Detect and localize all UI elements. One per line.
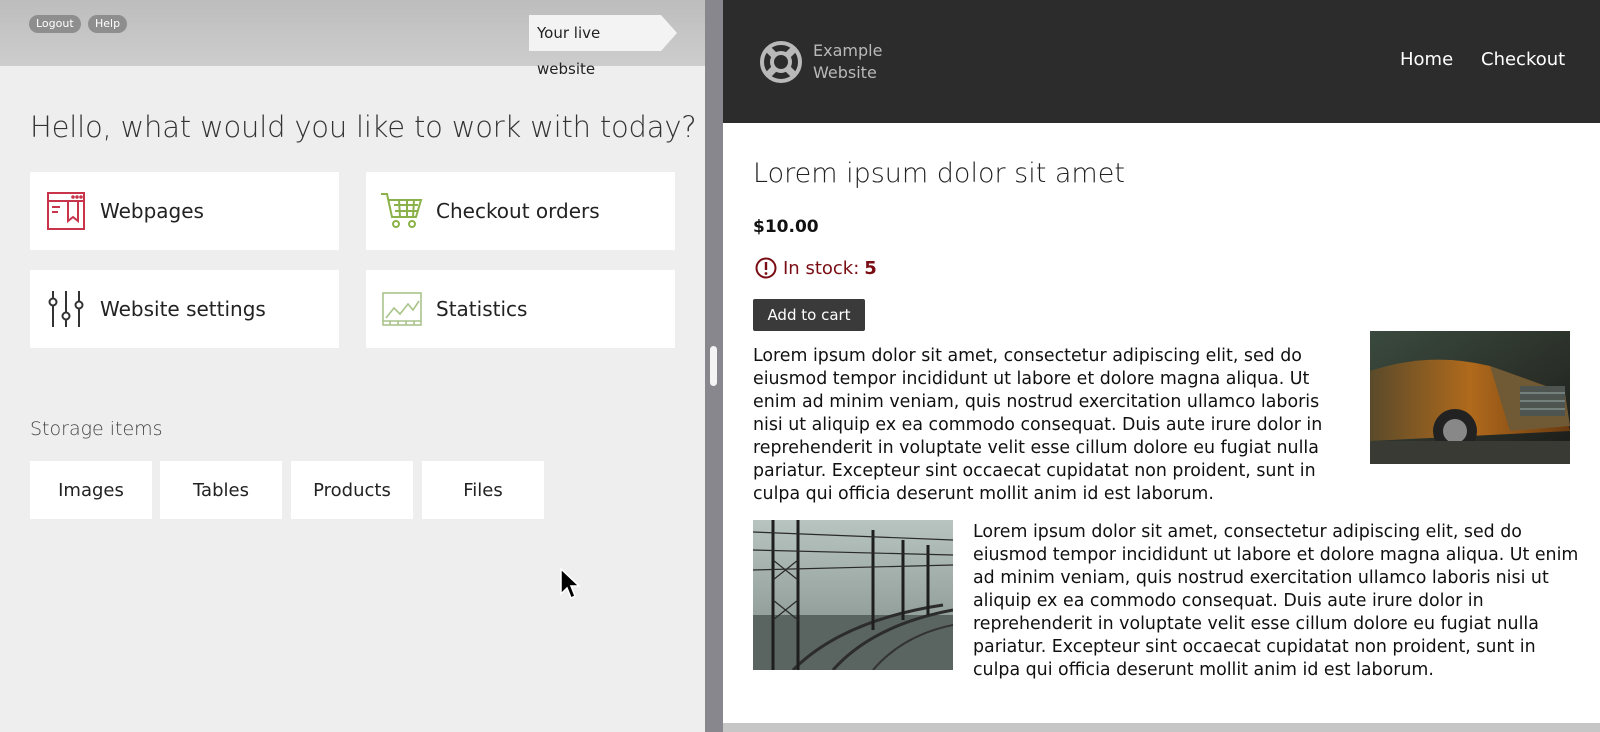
mouse-cursor-icon [560, 567, 582, 606]
add-to-cart-button[interactable]: Add to cart [753, 299, 865, 331]
stock-label: In stock: [783, 257, 860, 279]
railway-image [753, 520, 953, 670]
warning-icon [755, 257, 777, 279]
resize-handle[interactable] [710, 346, 717, 386]
help-button[interactable]: Help [88, 15, 128, 33]
logo-line-1: Example [813, 41, 883, 60]
tile-label: Checkout orders [436, 199, 600, 223]
product-price: $10.00 [753, 217, 819, 237]
website-preview: Example Website Home Checkout Lorem ipsu… [723, 0, 1600, 723]
logout-button[interactable]: Logout [29, 15, 81, 33]
storage-tables-button[interactable]: Tables [160, 461, 282, 519]
greeting-heading: Hello, what would you like to work with … [30, 110, 697, 144]
stock-quantity: 5 [864, 257, 877, 279]
site-header: Example Website Home Checkout [723, 0, 1600, 123]
shopping-cart-icon [380, 189, 424, 233]
site-logo-text[interactable]: Example Website [813, 40, 903, 84]
storage-title: Storage items [30, 418, 163, 440]
admin-top-bar: Logout Help Your live website [0, 0, 705, 78]
tile-label: Website settings [100, 297, 266, 321]
logo-line-2: Website [813, 63, 877, 82]
webpage-icon [44, 189, 88, 233]
arrow-right-icon [661, 15, 677, 51]
preview-bottom-bar [723, 723, 1600, 732]
chart-icon [380, 287, 424, 331]
stock-status: In stock: 5 [755, 257, 877, 279]
tile-statistics[interactable]: Statistics [366, 270, 675, 348]
tile-website-settings[interactable]: Website settings [30, 270, 339, 348]
storage-images-button[interactable]: Images [30, 461, 152, 519]
storage-files-button[interactable]: Files [422, 461, 544, 519]
car-image [1370, 331, 1570, 464]
product-description-paragraph: Lorem ipsum dolor sit amet, consectetur … [753, 346, 1323, 504]
product-title: Lorem ipsum dolor sit amet [753, 158, 1125, 189]
nav-checkout-link[interactable]: Checkout [1481, 49, 1565, 70]
lifebuoy-icon[interactable] [759, 40, 803, 88]
admin-panel: Logout Help Your live website Hello, wha… [0, 0, 705, 732]
tile-webpages[interactable]: Webpages [30, 172, 339, 250]
storage-products-button[interactable]: Products [291, 461, 413, 519]
nav-home-link[interactable]: Home [1400, 49, 1453, 70]
tile-label: Statistics [436, 297, 528, 321]
tile-label: Webpages [100, 199, 204, 223]
product-description-paragraph-2: Lorem ipsum dolor sit amet, consectetur … [973, 522, 1579, 680]
sliders-icon [44, 287, 88, 331]
live-website-text: Your live website [529, 15, 661, 78]
tile-checkout-orders[interactable]: Checkout orders [366, 172, 675, 250]
live-website-label[interactable]: Your live website [529, 15, 677, 78]
